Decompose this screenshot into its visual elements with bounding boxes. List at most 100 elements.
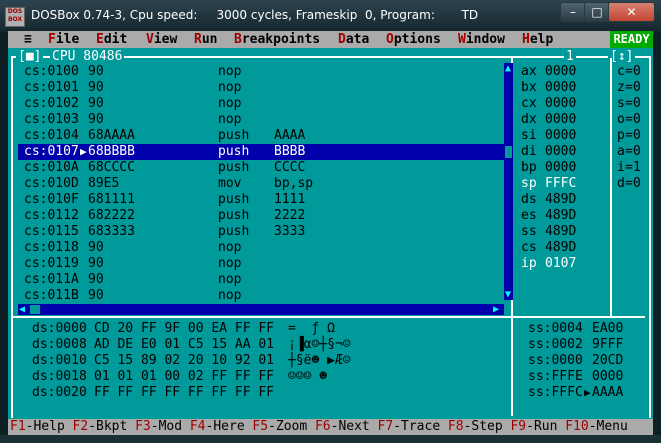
fkey-key: F9: [510, 419, 527, 434]
fkey-f10[interactable]: F10-Menu: [565, 419, 628, 435]
instruction-address: cs:010A: [24, 160, 79, 175]
menu-data[interactable]: Data: [338, 32, 369, 48]
system-menu-icon[interactable]: ≡: [24, 32, 32, 48]
disasm-hscrollbar[interactable]: [18, 304, 504, 315]
flag-name: i: [617, 160, 625, 175]
dosbox-icon[interactable]: DOS BOX: [5, 7, 25, 27]
flag-row[interactable]: c = 0: [617, 64, 647, 80]
instruction-row[interactable]: cs:0103 90 nop: [24, 112, 504, 128]
hscroll-thumb[interactable]: [30, 305, 40, 314]
window-close-box[interactable]: [■]: [16, 49, 44, 65]
instruction-row[interactable]: cs:0118 90 nop: [24, 240, 504, 256]
menu-file[interactable]: File: [48, 32, 79, 48]
instruction-row[interactable]: cs:010D 89E5 mov bp,sp: [24, 176, 504, 192]
register-row[interactable]: dx 0000: [521, 112, 605, 128]
register-row[interactable]: ds 489D: [521, 192, 605, 208]
fkey-f9[interactable]: F9-Run: [510, 419, 557, 435]
instruction-row[interactable]: cs:0101 90 nop: [24, 80, 504, 96]
instruction-row[interactable]: cs:0119 90 nop: [24, 256, 504, 272]
fkey-separator: -: [150, 419, 159, 434]
window-resize-icon[interactable]: [↕]: [608, 49, 636, 65]
fkey-f1[interactable]: F1-Help: [10, 419, 65, 435]
menu-breakpoints[interactable]: Breakpoints: [234, 32, 320, 48]
pane-divider-horizontal[interactable]: [13, 316, 645, 318]
fkey-f7[interactable]: F7-Trace: [378, 419, 441, 435]
register-row[interactable]: sp FFFC: [521, 176, 605, 192]
stack-row[interactable]: ss:0002 9FFF: [528, 337, 646, 353]
register-row[interactable]: es 489D: [521, 208, 605, 224]
pane-divider-vertical[interactable]: [511, 318, 513, 416]
dump-row[interactable]: ds:0010 C5 15 89 02 20 10 92 01 ┼§ë☻ ▶Æ☺: [24, 353, 508, 369]
instruction-row[interactable]: cs:011B 90 nop: [24, 288, 504, 304]
instruction-row[interactable]: cs:0115 683333 push 3333: [24, 224, 504, 240]
scroll-right-icon[interactable]: ▶: [493, 305, 499, 315]
register-value: 489D: [545, 224, 577, 239]
flag-row[interactable]: o = 0: [617, 112, 647, 128]
instruction-row[interactable]: cs:0100 90 nop: [24, 64, 504, 80]
menu-view[interactable]: View: [146, 32, 177, 48]
fkey-f2[interactable]: F2-Bkpt: [73, 419, 128, 435]
close-button[interactable]: ✕: [608, 2, 655, 22]
menu-options[interactable]: Options: [386, 32, 441, 48]
flag-row[interactable]: z = 0: [617, 80, 647, 96]
fkey-key: F2: [72, 419, 89, 434]
instruction-row[interactable]: cs:0102 90 nop: [24, 96, 504, 112]
instruction-row[interactable]: cs:010F 681111 push 1111: [24, 192, 504, 208]
fkey-f3[interactable]: F3-Mod: [135, 419, 182, 435]
flag-row[interactable]: d = 0: [617, 176, 647, 192]
fkey-f6[interactable]: F6-Next: [315, 419, 370, 435]
stack-row[interactable]: ss:FFFC ▶ AAAA: [528, 385, 646, 401]
maximize-button[interactable]: □: [584, 2, 610, 22]
stack-row[interactable]: ss:0000 20CD: [528, 353, 646, 369]
title-bar[interactable]: DOS BOX DOSBox 0.74-3, Cpu speed: 3000 c…: [0, 0, 661, 32]
stack-row[interactable]: ss:FFFE 0000: [528, 369, 646, 385]
instruction-operands: BBBB: [274, 144, 306, 159]
minimize-button[interactable]: –: [560, 2, 586, 22]
dump-row[interactable]: ds:0018 01 01 01 00 02 FF FF FF ☺☺☺ ☻: [24, 369, 508, 385]
scroll-up-icon[interactable]: ▲: [505, 64, 511, 74]
menu-edit[interactable]: Edit: [96, 32, 127, 48]
flag-eq: =: [625, 64, 633, 79]
register-row[interactable]: ss 489D: [521, 224, 605, 240]
fkey-f8[interactable]: F8-Step: [448, 419, 503, 435]
flag-row[interactable]: p = 0: [617, 128, 647, 144]
menu-help[interactable]: Help: [522, 32, 553, 48]
scroll-down-icon[interactable]: ▼: [505, 290, 511, 300]
register-row[interactable]: cx 0000: [521, 96, 605, 112]
dump-row[interactable]: ds:0008 AD DE E0 01 C5 15 AA 01 ¡▐α☺┼§¬☺: [24, 337, 508, 353]
register-row[interactable]: cs 489D: [521, 240, 605, 256]
dump-row[interactable]: ds:0020 FF FF FF FF FF FF FF FF: [24, 385, 508, 401]
current-instruction-row[interactable]: cs:0107 ▶ 68BBBB push BBBB: [24, 144, 504, 160]
fkey-label: Bkpt: [96, 419, 128, 434]
disasm-scrollbar[interactable]: [504, 63, 513, 300]
menu-window[interactable]: Window: [458, 32, 505, 48]
scroll-thumb[interactable]: [505, 146, 512, 158]
pane-divider-vertical[interactable]: [610, 58, 612, 316]
dump-row[interactable]: ds:0000 CD 20 FF 9F 00 EA FF FF = ƒ Ω: [24, 321, 508, 337]
instruction-row[interactable]: cs:0112 682222 push 2222: [24, 208, 504, 224]
register-row[interactable]: di 0000: [521, 144, 605, 160]
menu-hotkey: E: [96, 32, 104, 47]
register-row[interactable]: ax 0000: [521, 64, 605, 80]
dos-screen[interactable]: ≡ File Edit View Run Breakpoints Data Op…: [8, 31, 653, 435]
scroll-left-icon[interactable]: ◀: [19, 305, 25, 315]
dosbox-window: DOS BOX DOSBox 0.74-3, Cpu speed: 3000 c…: [0, 0, 661, 443]
flag-row[interactable]: i = 1: [617, 160, 647, 176]
instruction-row[interactable]: cs:0104 68AAAA push AAAA: [24, 128, 504, 144]
register-row[interactable]: ip 0107: [521, 256, 605, 272]
instruction-row[interactable]: cs:011A 90 nop: [24, 272, 504, 288]
register-row[interactable]: si 0000: [521, 128, 605, 144]
stack-row[interactable]: ss:0004 EA00: [528, 321, 646, 337]
flag-value: 0: [633, 144, 641, 159]
register-row[interactable]: bx 0000: [521, 80, 605, 96]
menu-run[interactable]: Run: [194, 32, 217, 48]
flag-row[interactable]: s = 0: [617, 96, 647, 112]
instruction-row[interactable]: cs:010A 68CCCC push CCCC: [24, 160, 504, 176]
instruction-operands: 1111: [274, 192, 306, 207]
flag-value: 0: [633, 176, 641, 191]
fkey-f5[interactable]: F5-Zoom: [252, 419, 307, 435]
flag-row[interactable]: a = 0: [617, 144, 647, 160]
fkey-f4[interactable]: F4-Here: [190, 419, 245, 435]
flag-value: 0: [633, 64, 641, 79]
register-row[interactable]: bp 0000: [521, 160, 605, 176]
